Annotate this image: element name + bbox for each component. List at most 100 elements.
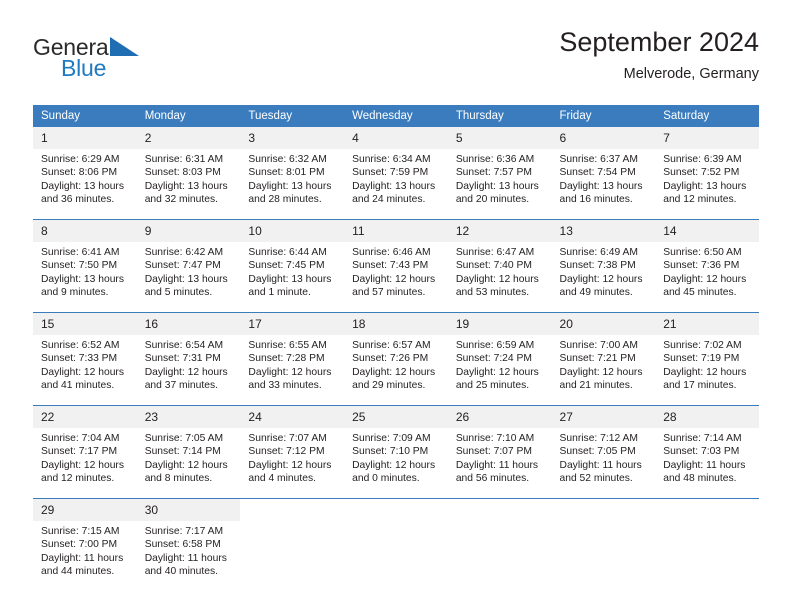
day-details: Sunrise: 7:05 AM Sunset: 7:14 PM Daylight:…: [137, 428, 241, 498]
calendar-day-cell[interactable]: 2 Sunrise: 6:31 AM Sunset: 8:03 PM Daylight…: [136, 127, 241, 220]
sunset-time: Sunset: 7:24 PM: [455, 353, 532, 365]
calendar-day-cell[interactable]: 24 Sunrise: 7:07 AM Sunset: 7:12 PM Dayligh…: [240, 405, 345, 499]
sunrise-time: Sunrise: 7:00 AM: [559, 340, 638, 351]
calendar-day-cell[interactable]: 20 Sunrise: 7:00 AM Sunset: 7:21 PM Dayligh…: [551, 312, 656, 406]
calendar-day-cell[interactable]: 4 Sunrise: 6:34 AM Sunset: 7:59 PM Daylight…: [344, 127, 448, 220]
weekday-header-friday: Friday: [551, 105, 656, 127]
calendar-day-cell[interactable]: 22 Sunrise: 7:04 AM Sunset: 7:17 PM Dayligh…: [33, 405, 137, 499]
day-number: 8: [33, 220, 137, 242]
calendar-day-cell[interactable]: 19 Sunrise: 6:59 AM Sunset: 7:24 PM Dayligh…: [447, 312, 552, 406]
sunrise-time: Sunrise: 6:57 AM: [352, 340, 431, 351]
day-number: [240, 499, 344, 521]
sunrise-time: Sunrise: 7:14 AM: [663, 433, 742, 444]
day-number: 15: [33, 313, 137, 335]
calendar-day-cell[interactable]: 6 Sunrise: 6:37 AM Sunset: 7:54 PM Daylight…: [551, 127, 656, 220]
calendar-day-cell[interactable]: 26 Sunrise: 7:10 AM Sunset: 7:07 PM Dayligh…: [447, 405, 552, 499]
daylight-duration-line2: and 48 minutes.: [663, 473, 737, 485]
page-title: September 2024: [559, 27, 759, 57]
daylight-duration-line1: Daylight: 13 hours: [455, 180, 539, 192]
daylight-duration-line2: and 1 minute.: [248, 287, 311, 299]
daylight-duration-line1: Daylight: 11 hours: [559, 459, 642, 471]
daylight-duration-line2: and 20 minutes.: [455, 194, 530, 206]
day-number: 28: [655, 406, 759, 428]
daylight-duration-line1: Daylight: 12 hours: [248, 366, 332, 378]
calendar-day-cell[interactable]: 5 Sunrise: 6:36 AM Sunset: 7:57 PM Daylight…: [447, 127, 552, 220]
calendar-day-cell[interactable]: 15 Sunrise: 6:52 AM Sunset: 7:33 PM Dayligh…: [33, 312, 137, 406]
daylight-duration-line1: Daylight: 12 hours: [248, 459, 332, 471]
daylight-duration-line1: Daylight: 11 hours: [455, 459, 539, 471]
day-details: Sunrise: 7:02 AM Sunset: 7:19 PM Daylight:…: [655, 335, 759, 405]
sunrise-time: Sunrise: 6:37 AM: [559, 154, 638, 165]
daylight-duration-line2: and 8 minutes.: [144, 473, 213, 485]
calendar-day-cell[interactable]: 30 Sunrise: 7:17 AM Sunset: 6:58 PM Dayligh…: [136, 498, 241, 591]
weekday-header-monday: Monday: [136, 105, 241, 127]
calendar-body: 1 Sunrise: 6:29 AM Sunset: 8:06 PM Daylight…: [33, 127, 759, 591]
calendar-day-cell[interactable]: 28 Sunrise: 7:14 AM Sunset: 7:03 PM Dayligh…: [655, 405, 759, 499]
sunrise-time: Sunrise: 6:44 AM: [248, 247, 327, 258]
daylight-duration-line1: Daylight: 12 hours: [559, 273, 643, 285]
page-subtitle: Melverode, Germany: [623, 66, 759, 82]
calendar-day-cell[interactable]: 1 Sunrise: 6:29 AM Sunset: 8:06 PM Daylight…: [33, 127, 137, 220]
daylight-duration-line2: and 9 minutes.: [41, 287, 109, 299]
brand-logo[interactable]: General Blue: [33, 26, 163, 86]
day-details: Sunrise: 7:17 AM Sunset: 6:58 PM Daylight:…: [137, 521, 241, 591]
calendar-day-cell[interactable]: 3 Sunrise: 6:32 AM Sunset: 8:01 PM Daylight…: [240, 127, 345, 220]
sunrise-time: Sunrise: 7:10 AM: [455, 433, 535, 444]
daylight-duration-line1: Daylight: 12 hours: [455, 366, 539, 378]
calendar-day-cell[interactable]: 8 Sunrise: 6:41 AM Sunset: 7:50 PM Daylight…: [33, 219, 137, 313]
calendar-day-cell[interactable]: 12 Sunrise: 6:47 AM Sunset: 7:40 PM Dayligh…: [447, 219, 552, 313]
sunset-time: Sunset: 7:36 PM: [663, 260, 740, 272]
sunrise-time: Sunrise: 6:32 AM: [248, 154, 327, 165]
sunrise-time: Sunrise: 6:59 AM: [455, 340, 535, 351]
calendar-day-cell[interactable]: 17 Sunrise: 6:55 AM Sunset: 7:28 PM Dayligh…: [240, 312, 345, 406]
calendar-page: General Blue September 2024 Melverode, G…: [0, 0, 792, 612]
weekday-header-tuesday: Tuesday: [240, 105, 345, 127]
day-number: 14: [655, 220, 759, 242]
calendar-day-cell[interactable]: 11 Sunrise: 6:46 AM Sunset: 7:43 PM Dayligh…: [344, 219, 448, 313]
day-details: Sunrise: 7:14 AM Sunset: 7:03 PM Daylight:…: [655, 428, 759, 498]
calendar-day-cell[interactable]: 14 Sunrise: 6:50 AM Sunset: 7:36 PM Dayligh…: [655, 219, 759, 313]
day-number: [344, 499, 448, 521]
day-number: 2: [136, 127, 241, 149]
daylight-duration-line2: and 33 minutes.: [248, 380, 322, 392]
day-details: Sunrise: 7:10 AM Sunset: 7:07 PM Daylight:…: [448, 428, 552, 498]
calendar-day-cell[interactable]: 27 Sunrise: 7:12 AM Sunset: 7:05 PM Dayligh…: [551, 405, 656, 499]
calendar-day-cell[interactable]: 7 Sunrise: 6:39 AM Sunset: 7:52 PM Daylight…: [655, 127, 759, 220]
sunset-time: Sunset: 7:57 PM: [455, 167, 532, 179]
sunset-time: Sunset: 7:50 PM: [41, 260, 118, 272]
day-number: 4: [344, 127, 448, 149]
daylight-duration-line1: Daylight: 12 hours: [144, 459, 228, 471]
day-number: [552, 499, 656, 521]
calendar-day-cell[interactable]: 13 Sunrise: 6:49 AM Sunset: 7:38 PM Dayligh…: [551, 219, 656, 313]
sunrise-time: Sunrise: 6:49 AM: [559, 247, 638, 258]
sunrise-time: Sunrise: 6:52 AM: [41, 340, 120, 351]
calendar-day-cell[interactable]: 23 Sunrise: 7:05 AM Sunset: 7:14 PM Dayligh…: [136, 405, 241, 499]
day-details: [344, 521, 448, 591]
sunrise-time: Sunrise: 7:17 AM: [144, 526, 224, 537]
sunset-time: Sunset: 6:58 PM: [144, 539, 221, 551]
day-details: Sunrise: 6:55 AM Sunset: 7:28 PM Daylight:…: [240, 335, 344, 405]
calendar-day-cell[interactable]: 21 Sunrise: 7:02 AM Sunset: 7:19 PM Dayligh…: [655, 312, 759, 406]
sunset-time: Sunset: 7:43 PM: [352, 260, 429, 272]
calendar-week-row: 1 Sunrise: 6:29 AM Sunset: 8:06 PM Daylight…: [33, 127, 759, 220]
calendar-day-cell[interactable]: 29 Sunrise: 7:15 AM Sunset: 7:00 PM Dayligh…: [33, 498, 137, 591]
daylight-duration-line1: Daylight: 12 hours: [144, 366, 228, 378]
daylight-duration-line2: and 56 minutes.: [455, 473, 530, 485]
sunrise-time: Sunrise: 7:07 AM: [248, 433, 327, 444]
weekday-header-saturday: Saturday: [655, 105, 759, 127]
day-details: Sunrise: 6:32 AM Sunset: 8:01 PM Daylight:…: [240, 149, 344, 219]
daylight-duration-line2: and 36 minutes.: [41, 194, 115, 206]
calendar-day-cell[interactable]: 16 Sunrise: 6:54 AM Sunset: 7:31 PM Dayligh…: [136, 312, 241, 406]
day-number: 24: [240, 406, 345, 428]
daylight-duration-line2: and 5 minutes.: [144, 287, 213, 299]
calendar-week-row: 15 Sunrise: 6:52 AM Sunset: 7:33 PM Dayligh…: [33, 312, 759, 406]
calendar-day-cell[interactable]: 10 Sunrise: 6:44 AM Sunset: 7:45 PM Dayligh…: [240, 219, 345, 313]
calendar-day-cell[interactable]: 9 Sunrise: 6:42 AM Sunset: 7:47 PM Daylight…: [136, 219, 241, 313]
daylight-duration-line2: and 12 minutes.: [41, 473, 115, 485]
calendar-day-cell[interactable]: 18 Sunrise: 6:57 AM Sunset: 7:26 PM Dayligh…: [344, 312, 448, 406]
sunset-time: Sunset: 7:21 PM: [559, 353, 636, 365]
daylight-duration-line2: and 44 minutes.: [41, 566, 115, 578]
sunset-time: Sunset: 7:52 PM: [663, 167, 740, 179]
calendar-day-cell-empty: [551, 498, 656, 591]
calendar-day-cell[interactable]: 25 Sunrise: 7:09 AM Sunset: 7:10 PM Dayligh…: [344, 405, 448, 499]
